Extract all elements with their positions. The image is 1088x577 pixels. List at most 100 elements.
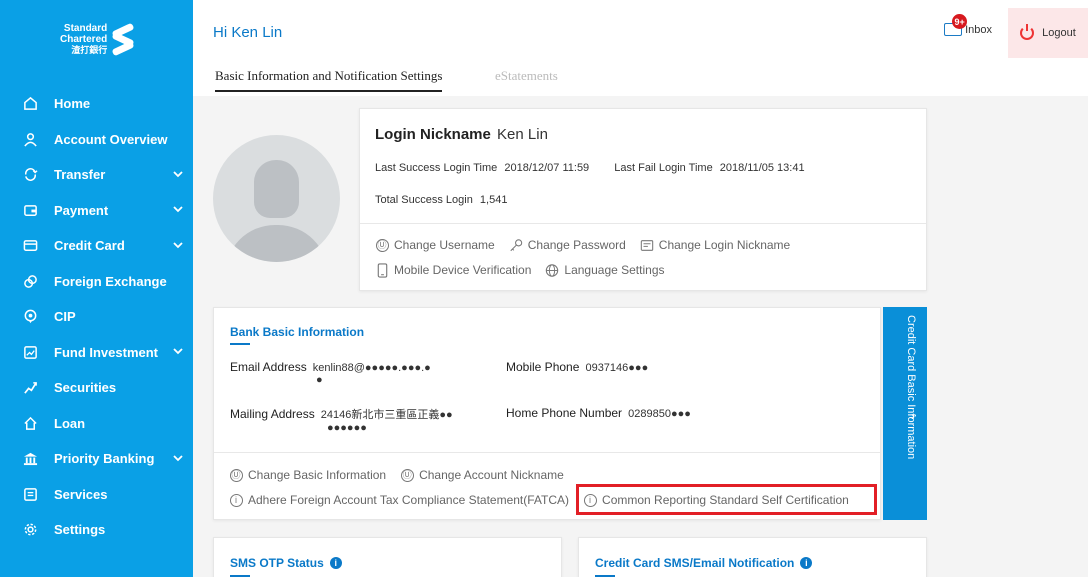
- credit-card-notification-label: Credit Card SMS/Email Notification: [595, 556, 795, 570]
- home-phone-value: 0289850●●●: [628, 408, 691, 420]
- logo-name-cn: 渣打銀行: [71, 44, 108, 55]
- chevron-down-icon[interactable]: [173, 346, 183, 358]
- login-times-row: Last Success Login Time 2018/12/07 11:59…: [375, 162, 805, 174]
- logo-text: Standard Chartered 渣打銀行: [60, 23, 107, 56]
- sidebar-item-label: Services: [54, 486, 108, 502]
- change-basic-information-button[interactable]: Ⓤ Change Basic Information: [229, 468, 386, 482]
- account-actions-row1: Ⓤ Change Username Change Password Change…: [375, 238, 804, 252]
- sidebar-item-loan[interactable]: Loan: [0, 406, 193, 442]
- globe-icon: [545, 263, 559, 277]
- gear-icon: [22, 522, 38, 538]
- language-settings-button[interactable]: Language Settings: [545, 263, 665, 277]
- sidebar-nav: Home Account Overview Transfer Payment C…: [0, 86, 193, 548]
- last-fail-label: Last Fail Login Time: [614, 162, 713, 174]
- tab-estatements[interactable]: eStatements: [495, 68, 558, 84]
- transfer-icon: [22, 167, 38, 183]
- securities-icon: [22, 380, 38, 396]
- mailing-address-value-continued: ●●●●●●: [327, 422, 367, 434]
- sidebar-item-label: Account Overview: [54, 131, 168, 147]
- total-login-label: Total Success Login: [375, 194, 473, 206]
- sidebar-item-label: Fund Investment: [54, 344, 159, 360]
- sidebar-item-settings[interactable]: Settings: [0, 512, 193, 548]
- inbox-label: Inbox: [965, 23, 992, 36]
- email-label: Email Address: [230, 360, 307, 374]
- user-icon: Ⓤ: [375, 238, 389, 252]
- sms-otp-status-card: SMS OTP Status i: [213, 537, 562, 577]
- last-success-value: 2018/12/07 11:59: [504, 162, 590, 174]
- sidebar-item-label: Transfer: [54, 167, 106, 183]
- sidebar-item-home[interactable]: Home: [0, 86, 193, 122]
- change-username-button[interactable]: Ⓤ Change Username: [375, 238, 495, 252]
- bank-basic-info-title: Bank Basic Information: [230, 325, 365, 345]
- mailing-address-label: Mailing Address: [230, 407, 315, 421]
- sidebar-item-label: CIP: [54, 309, 76, 325]
- sidebar-item-fund-investment[interactable]: Fund Investment: [0, 335, 193, 371]
- sms-otp-status-label: SMS OTP Status: [230, 556, 324, 570]
- logo-name-line2: Chartered: [60, 33, 108, 45]
- mobile-phone-icon: [375, 262, 389, 278]
- change-account-nickname-button[interactable]: Ⓤ Change Account Nickname: [400, 468, 564, 482]
- change-login-nickname-label: Change Login Nickname: [658, 238, 791, 252]
- total-login-row: Total Success Login 1,541: [375, 194, 507, 206]
- tab-basic-information[interactable]: Basic Information and Notification Setti…: [215, 68, 443, 92]
- sidebar-item-label: Settings: [54, 522, 106, 538]
- chevron-down-icon[interactable]: [173, 240, 183, 252]
- change-password-label: Change Password: [527, 238, 626, 252]
- logout-label: Logout: [1042, 27, 1076, 39]
- mailing-address-value: 24146新北市三重區正義●●: [320, 409, 453, 421]
- sidebar-item-transfer[interactable]: Transfer: [0, 157, 193, 193]
- sidebar-item-credit-card[interactable]: Credit Card: [0, 228, 193, 264]
- sidebar-item-foreign-exchange[interactable]: Foreign Exchange: [0, 264, 193, 300]
- change-login-nickname-button[interactable]: Change Login Nickname: [640, 238, 790, 252]
- sidebar-item-label: Credit Card: [54, 238, 125, 254]
- exchange-icon: [22, 273, 38, 289]
- house-icon: [22, 415, 38, 431]
- mobile-device-verification-button[interactable]: Mobile Device Verification: [375, 262, 532, 278]
- inbox-badge: 9+: [952, 14, 968, 29]
- credit-card-notification-card: Credit Card SMS/Email Notification i: [578, 537, 927, 577]
- credit-card-basic-info-tab[interactable]: Credit Card Basic Information ›: [883, 307, 927, 520]
- email-field: Email Address kenlin88@●●●●●.●●●.● ●: [230, 360, 495, 386]
- crs-highlight-box: [576, 484, 877, 515]
- mobile-device-verification-label: Mobile Device Verification: [394, 263, 532, 277]
- avatar-body: [225, 225, 328, 262]
- chevron-down-icon[interactable]: [173, 453, 183, 465]
- sidebar-item-priority-banking[interactable]: Priority Banking: [0, 441, 193, 477]
- login-nickname-label: Login Nickname: [375, 126, 491, 143]
- divider: [360, 223, 926, 224]
- bank-actions-row1: Ⓤ Change Basic Information Ⓤ Change Acco…: [229, 468, 578, 482]
- mailing-address-field: Mailing Address 24146新北市三重區正義●● ●●●●●●: [230, 406, 500, 434]
- sidebar-item-label: Securities: [54, 380, 117, 396]
- info-icon[interactable]: i: [800, 557, 813, 569]
- inbox-button[interactable]: 9+ Inbox: [944, 14, 992, 36]
- cip-icon: [22, 309, 38, 325]
- info-icon[interactable]: i: [329, 557, 342, 569]
- user-icon: Ⓤ: [400, 468, 414, 482]
- key-icon: [509, 238, 523, 252]
- mobile-phone-label: Mobile Phone: [506, 360, 580, 374]
- account-actions-row2: Mobile Device Verification Language Sett…: [375, 262, 679, 278]
- divider: [214, 452, 880, 453]
- sidebar-item-cip[interactable]: CIP: [0, 299, 193, 335]
- sidebar-item-services[interactable]: Services: [0, 477, 193, 513]
- change-username-label: Change Username: [394, 238, 495, 252]
- login-info-card: Login Nickname Ken Lin Last Success Logi…: [359, 108, 927, 291]
- logout-button[interactable]: Logout: [1008, 8, 1088, 58]
- credit-card-basic-info-label: Credit Card Basic Information: [905, 315, 917, 460]
- login-nickname-row: Login Nickname Ken Lin: [375, 126, 548, 143]
- sidebar-item-payment[interactable]: Payment: [0, 193, 193, 229]
- envelope-icon: 9+: [944, 14, 968, 36]
- info-icon: i: [229, 493, 243, 507]
- sidebar-item-securities[interactable]: Securities: [0, 370, 193, 406]
- change-account-nickname-label: Change Account Nickname: [419, 468, 564, 482]
- sidebar-item-account-overview[interactable]: Account Overview: [0, 122, 193, 158]
- bank-logo[interactable]: Standard Chartered 渣打銀行: [60, 14, 150, 64]
- chevron-down-icon[interactable]: [173, 204, 183, 216]
- fatca-statement-button[interactable]: i Adhere Foreign Account Tax Compliance …: [229, 493, 569, 507]
- mobile-phone-field: Mobile Phone 0937146●●●: [506, 360, 648, 374]
- change-password-button[interactable]: Change Password: [509, 238, 626, 252]
- chevron-down-icon[interactable]: [173, 169, 183, 181]
- id-card-icon: [640, 238, 654, 252]
- language-settings-label: Language Settings: [564, 263, 665, 277]
- last-fail-value: 2018/11/05 13:41: [719, 162, 805, 174]
